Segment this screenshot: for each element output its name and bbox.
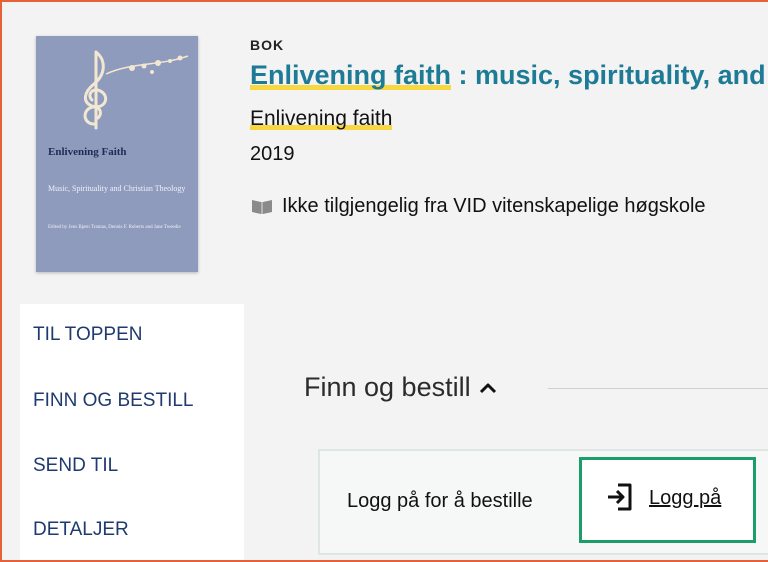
alt-title-text: Enlivening faith — [250, 107, 393, 130]
nav-item-finn-og-bestill[interactable]: FINN OG BESTILL — [33, 390, 193, 412]
availability-text: Ikke tilgjengelig fra VID vitenskapelige… — [282, 195, 706, 217]
section-divider — [548, 388, 768, 389]
resource-type-label: BOK — [250, 37, 285, 53]
section-header-finn-og-bestill[interactable]: Finn og bestill — [304, 372, 497, 403]
nav-item-send-til[interactable]: SEND TIL — [33, 455, 118, 477]
availability-status[interactable]: Ikke tilgjengelig fra VID vitenskapelige… — [250, 195, 706, 218]
section-title: Finn og bestill — [304, 372, 471, 402]
page-frame: Enlivening Faith Music, Spirituality and… — [0, 0, 768, 562]
nav-item-detaljer[interactable]: DETALJER — [33, 519, 129, 541]
cover-title: Enlivening Faith — [48, 146, 127, 158]
cover-subtitle: Music, Spirituality and Christian Theolo… — [48, 184, 186, 193]
record-title-highlight: Enlivening faith — [250, 60, 452, 90]
side-navigation: TIL TOPPEN FINN OG BESTILL SEND TIL DETA… — [20, 304, 244, 560]
book-open-icon — [252, 199, 272, 214]
cover-editors: Edited by Jens Bjørn Tramas, Dennis F. R… — [48, 225, 181, 230]
publication-year: 2019 — [250, 143, 295, 165]
nav-item-til-toppen[interactable]: TIL TOPPEN — [33, 324, 142, 346]
login-prompt: Logg på for å bestille — [347, 490, 533, 512]
alt-title: Enlivening faith — [250, 107, 393, 131]
treble-clef-icon — [83, 50, 189, 130]
book-cover-image[interactable]: Enlivening Faith Music, Spirituality and… — [36, 36, 198, 272]
login-button-label: Logg på — [649, 487, 722, 509]
login-button[interactable]: Logg på — [579, 457, 756, 543]
record-title-link[interactable]: Enlivening faith : music, spirituality, … — [250, 60, 768, 91]
sign-in-icon — [608, 483, 632, 511]
chevron-up-icon — [479, 383, 496, 393]
record-title-rest: : music, spirituality, and Christian the… — [458, 60, 768, 90]
